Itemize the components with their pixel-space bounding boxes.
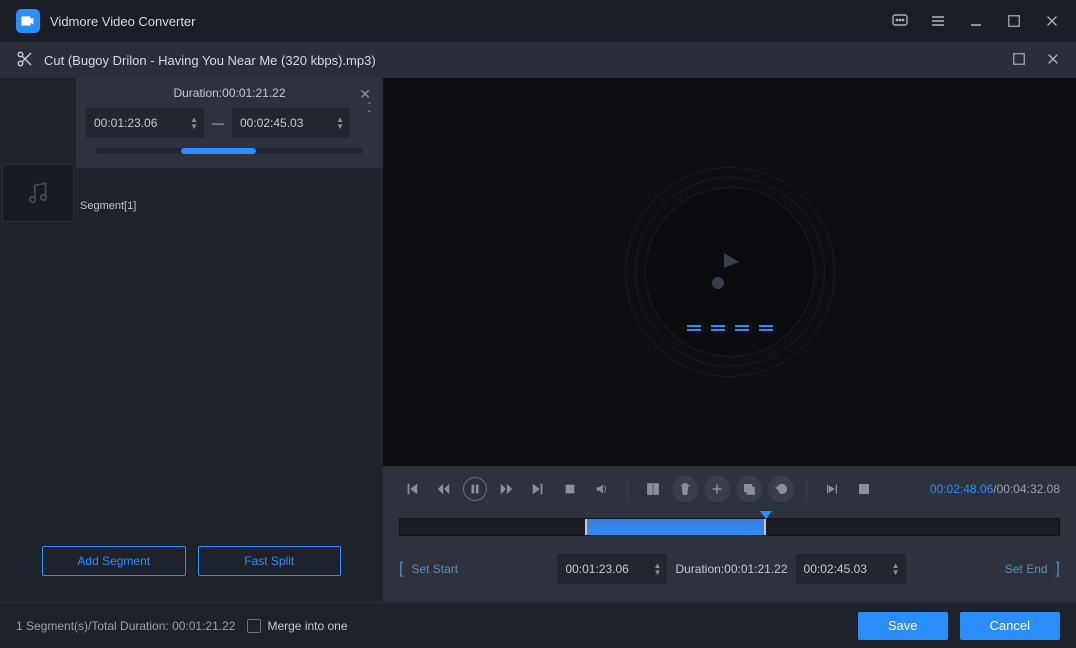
footer: 1 Segment(s)/Total Duration: 00:01:21.22… (0, 602, 1076, 648)
feedback-icon[interactable] (892, 13, 908, 29)
duplicate-icon[interactable] (736, 476, 762, 502)
cut-header: Cut (Bugoy Drilon - Having You Near Me (… (0, 42, 1076, 78)
playback-time: 00:02:48.06/00:04:32.08 (930, 482, 1060, 496)
preview-area (383, 78, 1076, 466)
equalizer-icon (687, 325, 773, 331)
play-out-icon[interactable] (851, 476, 877, 502)
playhead-marker[interactable] (760, 511, 772, 519)
range-duration: Duration:00:01:21.22 (675, 562, 787, 576)
timeline-selection[interactable] (585, 519, 767, 535)
audio-disc (625, 167, 835, 377)
undo-icon[interactable] (768, 476, 794, 502)
segment-tab-label[interactable]: Segment[1] (76, 200, 383, 212)
forward-icon[interactable] (493, 476, 519, 502)
start-down-icon[interactable]: ▼ (190, 123, 198, 130)
rstart-down-icon[interactable]: ▼ (654, 569, 662, 576)
bracket-end-icon[interactable]: ] (1056, 560, 1060, 578)
timeline[interactable] (383, 512, 1076, 546)
cancel-button[interactable]: Cancel (960, 612, 1060, 640)
segment-down-icon[interactable]: ˇ (368, 112, 371, 120)
dash: — (212, 116, 224, 130)
segment-count-status: 1 Segment(s)/Total Duration: 00:01:21.22 (16, 619, 235, 633)
title-bar: Vidmore Video Converter (0, 0, 1076, 42)
play-in-icon[interactable] (819, 476, 845, 502)
add-icon[interactable] (704, 476, 730, 502)
merge-label: Merge into one (267, 619, 347, 633)
cut-file-title: Cut (Bugoy Drilon - Having You Near Me (… (44, 53, 1002, 68)
set-start-button[interactable]: Set Start (411, 562, 458, 576)
range-end-input[interactable]: ▲▼ (796, 554, 906, 584)
segment-start-input[interactable]: ▲▼ (86, 108, 204, 138)
segment-thumbnail[interactable] (2, 164, 74, 222)
rend-down-icon[interactable]: ▼ (892, 569, 900, 576)
segment-sidebar: Duration:00:01:21.22 ✕ ˆ ˇ ▲▼ — ▲ (0, 78, 383, 602)
cut-maximize-icon[interactable] (1012, 52, 1026, 69)
stop-icon[interactable] (557, 476, 583, 502)
skip-start-icon[interactable] (399, 476, 425, 502)
menu-icon[interactable] (930, 13, 946, 29)
segment-panel: Duration:00:01:21.22 ✕ ˆ ˇ ▲▼ — ▲ (76, 78, 383, 168)
music-note-icon (712, 246, 748, 299)
copy-segment-icon[interactable] (640, 476, 666, 502)
fast-split-button[interactable]: Fast Split (198, 546, 342, 576)
set-end-button[interactable]: Set End (1005, 562, 1048, 576)
app-logo (16, 9, 40, 33)
merge-checkbox[interactable]: Merge into one (247, 619, 347, 633)
rewind-icon[interactable] (431, 476, 457, 502)
cut-close-icon[interactable] (1046, 52, 1060, 69)
add-segment-button[interactable]: Add Segment (42, 546, 186, 576)
app-title: Vidmore Video Converter (50, 14, 882, 29)
close-icon[interactable] (1044, 13, 1060, 29)
end-down-icon[interactable]: ▼ (336, 123, 344, 130)
save-button[interactable]: Save (858, 612, 948, 640)
delete-icon[interactable] (672, 476, 698, 502)
bracket-start-icon[interactable]: [ (399, 560, 403, 578)
range-controls: [ Set Start ▲▼ Duration:00:01:21.22 ▲▼ S… (383, 546, 1076, 602)
scissors-icon (16, 50, 34, 71)
segment-remove-icon[interactable]: ✕ (359, 86, 371, 103)
pause-button[interactable] (463, 477, 487, 501)
range-start-input[interactable]: ▲▼ (557, 554, 667, 584)
segment-end-input[interactable]: ▲▼ (232, 108, 350, 138)
minimize-icon[interactable] (968, 13, 984, 29)
duration-label: Duration:00:01:21.22 (173, 86, 285, 100)
playback-controls: 00:02:48.06/00:04:32.08 (383, 466, 1076, 512)
skip-end-icon[interactable] (525, 476, 551, 502)
volume-icon[interactable] (589, 476, 615, 502)
maximize-icon[interactable] (1006, 13, 1022, 29)
segment-mini-track[interactable] (96, 148, 363, 154)
